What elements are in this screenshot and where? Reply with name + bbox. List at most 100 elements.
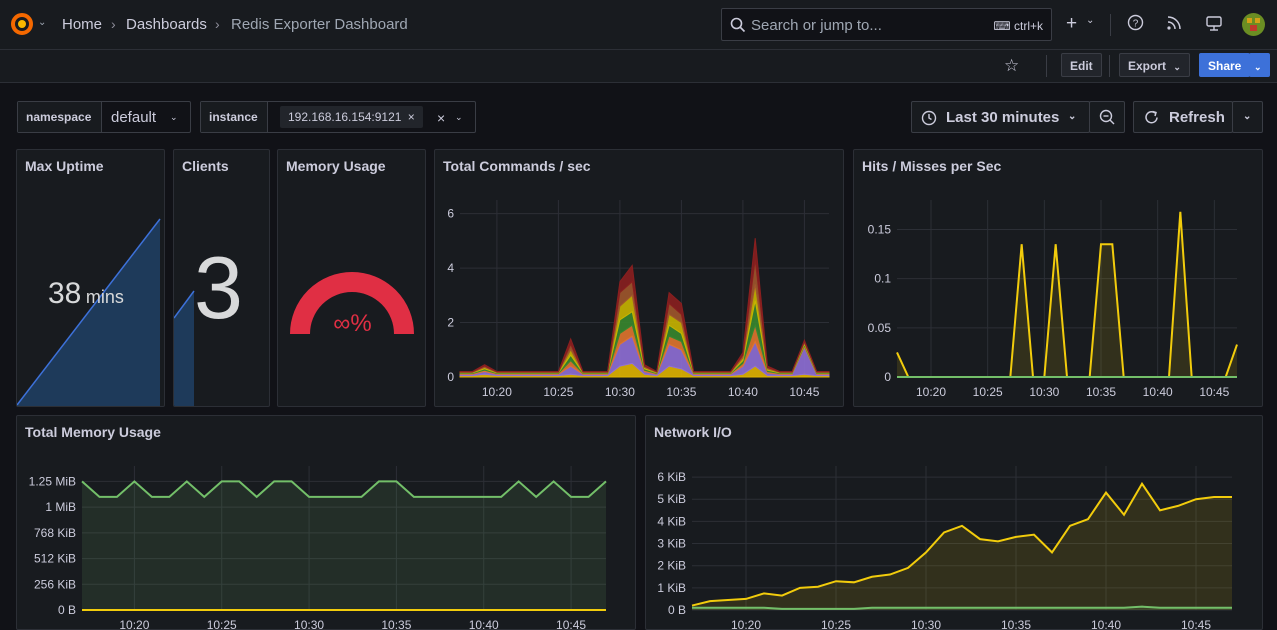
y-tick-label: 768 KiB	[34, 526, 76, 540]
panel-hits-misses: Hits / Misses per Sec 0 0.05 0.1 0.15 10:20 1…	[853, 149, 1263, 407]
y-tick-label: 1 MiB	[45, 500, 76, 514]
x-tick-label: 10:45	[1199, 385, 1229, 399]
x-tick-label: 10:30	[1029, 385, 1059, 399]
total-commands-chart[interactable]: 0 2 4 6 10:20 10:25 10:30 10:35 10:40 10:45	[435, 150, 844, 407]
x-tick-label: 10:45	[789, 385, 819, 399]
y-tick-label: 0	[884, 370, 891, 384]
uptime-number: 38	[48, 277, 82, 310]
memory-value: ∞%	[333, 310, 372, 337]
breadcrumb-separator: ›	[111, 16, 116, 32]
refresh-icon	[1143, 109, 1160, 130]
x-tick-label: 10:40	[1143, 385, 1173, 399]
memory-gauge	[290, 272, 414, 335]
refresh-interval-button[interactable]: ⌄	[1232, 101, 1263, 133]
x-tick-label: 10:30	[911, 618, 941, 630]
top-nav-bar: ⌄ Home › Dashboards › Redis Exporter Das…	[0, 0, 1277, 50]
y-tick-label: 3 KiB	[657, 537, 686, 551]
series-area	[459, 284, 830, 374]
instance-chip[interactable]: 192.168.16.154:9121 ×	[280, 106, 423, 128]
panel-total-memory: Total Memory Usage 0 B 256 KiB 512 KiB 768 …	[16, 415, 636, 630]
uptime-value: 38 mins	[48, 277, 124, 311]
breadcrumb-home[interactable]: Home	[62, 16, 102, 33]
chip-label: 192.168.16.154:9121	[288, 110, 402, 124]
breadcrumb-current: Redis Exporter Dashboard	[231, 16, 408, 33]
remove-icon[interactable]: ×	[408, 110, 415, 124]
y-tick-label: 6	[447, 207, 454, 221]
y-tick-label: 4	[447, 261, 454, 275]
x-tick-label: 10:30	[294, 618, 324, 630]
x-tick-label: 10:20	[731, 618, 761, 630]
x-tick-label: 10:40	[728, 385, 758, 399]
search-icon	[730, 17, 746, 38]
svg-text:?: ?	[1133, 19, 1139, 30]
share-button[interactable]: Share	[1199, 53, 1251, 77]
chevron-down-icon: ⌄	[1173, 62, 1181, 72]
total-memory-chart[interactable]: 0 B 256 KiB 512 KiB 768 KiB 1 MiB 1.25 MiB 10:…	[17, 416, 636, 630]
x-tick-label: 10:40	[469, 618, 499, 630]
chevron-down-icon: ⌄	[1068, 111, 1077, 122]
chevron-down-icon: ⌄	[170, 112, 178, 122]
x-tick-label: 10:40	[1091, 618, 1121, 630]
panel-total-commands: Total Commands / sec 0 2 4 6 10:20 10:25 10:30…	[434, 149, 844, 407]
x-tick-label: 10:25	[821, 618, 851, 630]
y-tick-label: 0.15	[868, 223, 892, 237]
chevron-down-icon: ⌄	[455, 112, 463, 122]
divider	[1046, 55, 1047, 77]
y-tick-label: 2 KiB	[657, 559, 686, 573]
breadcrumb-separator: ›	[215, 16, 220, 32]
grafana-logo-icon[interactable]	[10, 12, 34, 41]
help-icon[interactable]: ?	[1127, 14, 1144, 35]
export-label: Export	[1128, 59, 1167, 73]
y-tick-label: 256 KiB	[34, 577, 76, 591]
monitor-icon[interactable]	[1205, 15, 1223, 36]
chevron-down-icon[interactable]: ⌄	[38, 17, 46, 28]
export-button[interactable]: Export ⌄	[1119, 53, 1190, 77]
y-tick-label: 0.05	[868, 321, 892, 335]
x-tick-label: 10:20	[482, 385, 512, 399]
star-icon[interactable]: ☆	[1004, 56, 1019, 76]
series-area	[459, 259, 830, 374]
divider	[1109, 55, 1110, 77]
panel-network-io: Network I/O 0 B1 KiB 2 KiB 3 KiB 4 KiB 5 KiB…	[645, 415, 1263, 630]
x-tick-label: 10:45	[1181, 618, 1211, 630]
y-tick-label: 5 KiB	[657, 492, 686, 506]
x-tick-label: 10:45	[556, 618, 586, 630]
zoom-out-button[interactable]	[1089, 101, 1125, 133]
add-icon[interactable]: +	[1066, 13, 1077, 35]
breadcrumb-dashboards[interactable]: Dashboards	[126, 16, 207, 33]
x-tick-label: 10:20	[916, 385, 946, 399]
y-tick-label: 0 B	[668, 603, 686, 617]
variable-label: namespace	[18, 102, 102, 132]
divider	[1110, 14, 1111, 36]
chevron-down-icon[interactable]: ⌄	[1086, 15, 1094, 26]
variable-instance[interactable]: instance 192.168.16.154:9121 × × ⌄	[200, 101, 476, 133]
x-tick-label: 10:20	[119, 618, 149, 630]
clear-icon[interactable]: ×	[437, 110, 445, 126]
hits-misses-chart[interactable]: 0 0.05 0.1 0.15 10:20 10:25 10:30 10:35 10:40 10:…	[854, 150, 1263, 407]
y-tick-label: 6 KiB	[657, 470, 686, 484]
shortcut-label: ctrl+k	[1013, 19, 1043, 33]
y-tick-label: 4 KiB	[657, 514, 686, 528]
refresh-button[interactable]: Refresh	[1133, 101, 1233, 133]
x-tick-label: 10:35	[1086, 385, 1116, 399]
avatar[interactable]	[1242, 13, 1265, 36]
rss-icon[interactable]	[1166, 15, 1182, 35]
variable-namespace[interactable]: namespace default ⌄	[17, 101, 191, 133]
edit-button[interactable]: Edit	[1061, 53, 1102, 77]
y-tick-label: 0	[447, 370, 454, 384]
zoom-out-icon	[1099, 109, 1116, 130]
uptime-unit: mins	[85, 287, 124, 307]
chevron-down-icon: ⌄	[1243, 111, 1252, 122]
keyboard-icon: ⌨	[993, 19, 1011, 33]
panel-max-uptime: Max Uptime 38 mins	[16, 149, 165, 407]
variable-label: instance	[201, 102, 268, 132]
x-tick-label: 10:25	[543, 385, 573, 399]
y-tick-label: 0 B	[58, 603, 76, 617]
share-menu-button[interactable]: ⌄	[1249, 53, 1270, 77]
time-range-picker[interactable]: Last 30 minutes ⌄	[911, 101, 1090, 133]
time-range-label: Last 30 minutes	[946, 109, 1060, 126]
y-tick-label: 512 KiB	[34, 552, 76, 566]
search-input[interactable]: Search or jump to... ⌨ ctrl+k	[721, 8, 1052, 41]
network-io-chart[interactable]: 0 B 1 KiB 2 KiB 3 KiB 4 KiB 5 KiB 6 KiB 10:20 10…	[646, 416, 1263, 630]
clock-icon	[921, 110, 937, 130]
